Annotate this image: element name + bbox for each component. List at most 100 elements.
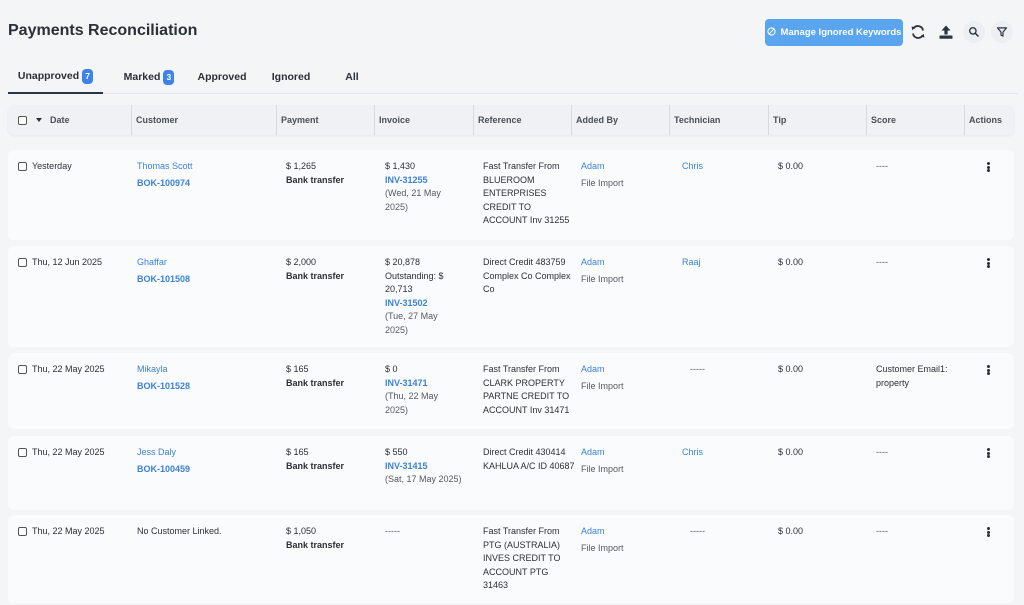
column-label: Payment (281, 115, 319, 125)
row-checkbox[interactable] (18, 448, 27, 457)
row-date: Yesterday (32, 161, 72, 171)
invoice-date: (Tue, 27 May 2025) (385, 311, 438, 335)
added-by-link[interactable]: Adam (581, 160, 605, 174)
column-label: Tip (773, 115, 787, 125)
row-checkbox[interactable] (18, 162, 27, 171)
score-text: ---- (876, 161, 888, 171)
status-tabs: Unapproved 7 Marked 3 Approved Ignored A… (8, 60, 1018, 94)
column-date[interactable]: Date (14, 105, 70, 135)
tab-label: Approved (197, 71, 247, 83)
upload-icon[interactable] (935, 21, 957, 43)
invoice-id-link[interactable]: INV-31471 (385, 377, 463, 391)
table-row: Thu, 22 May 2025 No Customer Linked. $ 1… (8, 515, 1014, 603)
payment-amount: $ 165 (286, 447, 309, 457)
source-text: File Import (581, 543, 624, 553)
search-icon[interactable] (963, 21, 985, 43)
technician-link[interactable]: Chris (682, 160, 703, 174)
row-checkbox[interactable] (18, 527, 27, 536)
added-by-link[interactable]: Adam (581, 363, 605, 377)
row-date: Thu, 22 May 2025 (32, 526, 105, 536)
payment-amount: $ 1,050 (286, 526, 317, 536)
score-text: ---- (876, 257, 888, 267)
count-badge: 3 (163, 69, 175, 85)
invoice-block: $ 550 INV-31415 (Sat, 17 May 2025) (385, 446, 463, 487)
invoice-date: (Thu, 22 May 2025) (385, 391, 439, 415)
column-label: Score (871, 115, 897, 125)
table-row: Thu, 22 May 2025 Mikayla BOK-101528 $ 16… (8, 353, 1014, 429)
invoice-empty: ----- (385, 526, 400, 536)
technician-empty: ----- (690, 526, 705, 536)
row-checkbox[interactable] (18, 365, 27, 374)
payment-method: Bank transfer (286, 378, 345, 388)
row-actions-menu-icon[interactable] (983, 363, 993, 377)
tip-amount: $ 0.00 (778, 364, 804, 374)
column-tip[interactable]: Tip (768, 105, 786, 135)
row-actions-menu-icon[interactable] (983, 446, 993, 460)
tab-ignored[interactable]: Ignored (265, 60, 317, 94)
column-label: Actions (969, 115, 1003, 125)
reference-text: Fast Transfer From PTG (AUSTRALIA) INVES… (483, 526, 561, 590)
customer-id-link[interactable]: BOK-101528 (137, 380, 190, 394)
filter-icon[interactable] (991, 21, 1013, 43)
manage-ignored-keywords-button[interactable]: Manage Ignored Keywords (765, 19, 903, 46)
table-row: Yesterday Thomas Scott BOK-100974 $ 1,26… (8, 150, 1014, 240)
table-header: Date Customer Payment Invoice Reference … (8, 105, 1014, 135)
row-checkbox[interactable] (18, 258, 27, 267)
reference-text: Direct Credit 483759 Complex Co Complex … (483, 257, 571, 294)
column-score[interactable]: Score (866, 105, 896, 135)
score-text: Customer Email1: property (876, 364, 948, 388)
customer-id-link[interactable]: BOK-100974 (137, 177, 190, 191)
payment-amount: $ 165 (286, 364, 309, 374)
customer-name-link[interactable]: Mikayla (137, 363, 168, 377)
column-payment[interactable]: Payment (276, 105, 319, 135)
row-actions-menu-icon[interactable] (983, 256, 993, 270)
row-date: Thu, 22 May 2025 (32, 447, 105, 457)
tab-unapproved[interactable]: Unapproved 7 (8, 60, 103, 94)
tip-amount: $ 0.00 (778, 257, 804, 267)
tab-label: Unapproved (17, 70, 80, 82)
column-actions: Actions (964, 105, 1002, 135)
source-text: File Import (581, 178, 624, 188)
column-reference[interactable]: Reference (473, 105, 522, 135)
payment-method: Bank transfer (286, 540, 345, 550)
tab-label: Ignored (271, 71, 311, 83)
tab-marked[interactable]: Marked 3 (113, 60, 185, 94)
tab-approved[interactable]: Approved (191, 60, 253, 94)
added-by-link[interactable]: Adam (581, 446, 605, 460)
technician-link[interactable]: Chris (682, 446, 703, 460)
refresh-icon[interactable] (907, 21, 929, 43)
column-customer[interactable]: Customer (131, 105, 178, 135)
invoice-block: $ 0 INV-31471 (Thu, 22 May 2025) (385, 363, 463, 417)
customer-name-link[interactable]: Jess Daly (137, 446, 176, 460)
tab-all[interactable]: All (334, 60, 370, 94)
select-all-checkbox[interactable] (18, 115, 27, 125)
column-label: Added By (576, 115, 619, 125)
invoice-date: (Sat, 17 May 2025) (385, 474, 462, 484)
technician-link[interactable]: Raaj (682, 256, 701, 270)
sort-caret-icon[interactable] (36, 118, 42, 122)
column-invoice[interactable]: Invoice (374, 105, 410, 135)
column-label: Date (50, 115, 70, 125)
customer-name-link[interactable]: Ghaffar (137, 256, 167, 270)
payment-method: Bank transfer (286, 271, 345, 281)
row-actions-menu-icon[interactable] (983, 160, 993, 174)
payment-amount: $ 2,000 (286, 257, 317, 267)
column-technician[interactable]: Technician (669, 105, 720, 135)
column-label: Reference (478, 115, 522, 125)
payment-method: Bank transfer (286, 175, 345, 185)
customer-id-link[interactable]: BOK-101508 (137, 273, 190, 287)
invoice-id-link[interactable]: INV-31255 (385, 174, 463, 188)
added-by-link[interactable]: Adam (581, 256, 605, 270)
column-added-by[interactable]: Added By (571, 105, 618, 135)
customer-name-link[interactable]: Thomas Scott (137, 160, 193, 174)
invoice-id-link[interactable]: INV-31415 (385, 460, 463, 474)
added-by-link[interactable]: Adam (581, 525, 605, 539)
count-badge: 7 (82, 68, 94, 84)
source-text: File Import (581, 274, 624, 284)
tab-label: Marked (123, 71, 161, 83)
no-customer-text: No Customer Linked. (137, 526, 222, 536)
row-actions-menu-icon[interactable] (983, 525, 993, 539)
row-date: Thu, 12 Jun 2025 (32, 257, 103, 267)
invoice-id-link[interactable]: INV-31502 (385, 297, 463, 311)
customer-id-link[interactable]: BOK-100459 (137, 463, 190, 477)
